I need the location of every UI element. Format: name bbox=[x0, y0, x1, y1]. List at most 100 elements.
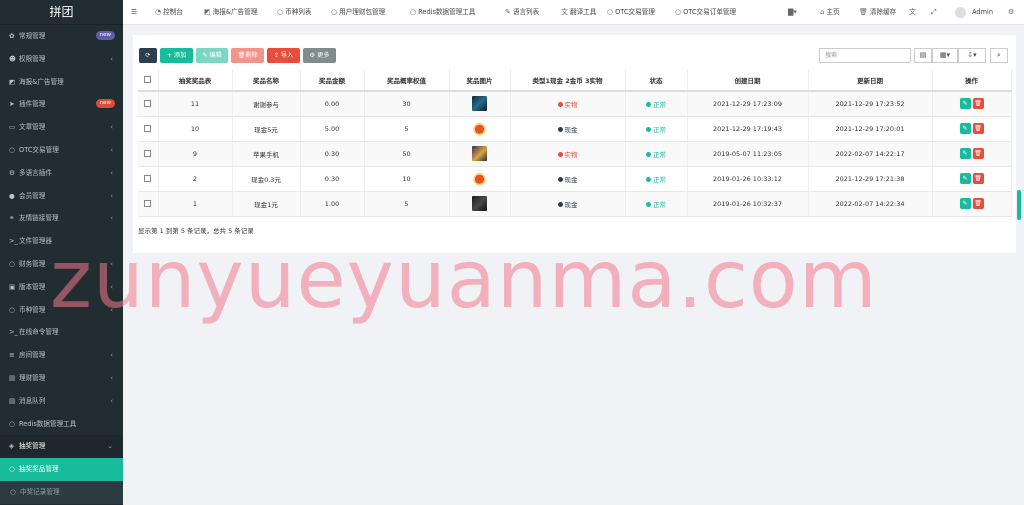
sidebar-item[interactable]: ○ 财务管理 ‹ bbox=[0, 253, 123, 276]
home-link[interactable]: ⌂ 主页 bbox=[820, 0, 840, 25]
sidebar-item[interactable]: ▣ 版本管理 ‹ bbox=[0, 276, 123, 299]
clear-cache-button[interactable]: 🗑 清除缓存 bbox=[859, 0, 896, 25]
type-dot bbox=[557, 102, 563, 108]
scrollbar-thumb[interactable] bbox=[1017, 190, 1021, 220]
circle-icon: ○ bbox=[9, 145, 15, 154]
row-edit-button[interactable]: ✎ bbox=[959, 98, 971, 110]
column-header[interactable]: 奖品概率权值 bbox=[364, 69, 450, 92]
delete-button[interactable]: 🗑删除 bbox=[231, 48, 264, 63]
color-picker-button[interactable]: ▇▾ bbox=[788, 0, 799, 25]
top-tab[interactable]: ○ OTC交易订单管理 bbox=[675, 0, 736, 25]
sidebar-item-label: 会员管理 bbox=[19, 191, 46, 200]
cell-weight: 30 bbox=[364, 91, 450, 117]
row-checkbox[interactable] bbox=[138, 191, 159, 217]
column-header[interactable]: 奖品图片 bbox=[449, 69, 511, 92]
row-delete-button[interactable]: 🗑 bbox=[972, 148, 984, 159]
top-tab[interactable]: ○ OTC交易管理 bbox=[607, 0, 655, 25]
top-tab[interactable]: 文翻译工具 bbox=[561, 0, 596, 25]
sidebar-item[interactable]: >_在线命令管理 bbox=[0, 321, 123, 344]
row-checkbox[interactable] bbox=[138, 91, 159, 117]
row-delete-button[interactable]: 🗑 bbox=[972, 98, 984, 110]
column-header[interactable]: 状态 bbox=[625, 69, 688, 92]
sidebar-item[interactable]: ✿ 常规管理 new bbox=[0, 25, 123, 48]
toggle-view-button[interactable]: ▤ bbox=[914, 48, 932, 63]
column-header[interactable]: 奖品金额 bbox=[300, 69, 365, 92]
sidebar-item[interactable]: ○ 币种管理 ‹ bbox=[0, 299, 123, 322]
refresh-button[interactable]: ⟳ bbox=[139, 48, 157, 63]
column-header[interactable]: 奖品名称 bbox=[232, 69, 301, 92]
sidebar-item[interactable]: ◈ 抽奖管理 ⌄ bbox=[0, 435, 123, 459]
sidebar-item[interactable]: ● 会员管理 ‹ bbox=[0, 185, 123, 208]
chevron-icon: ‹ bbox=[110, 214, 113, 223]
cell-image[interactable] bbox=[449, 116, 511, 142]
top-tab[interactable]: ✎ 语言列表 bbox=[505, 0, 539, 25]
edit-button[interactable]: ✎ 编辑 bbox=[196, 48, 228, 63]
cell-updated: 2022-02-07 14:22:17 bbox=[808, 141, 933, 167]
more-label: 更多 bbox=[317, 52, 330, 59]
row-delete-button[interactable]: 🗑 bbox=[972, 173, 984, 184]
menu-toggle-icon[interactable]: ☰ bbox=[131, 0, 137, 25]
user-menu[interactable]: Admin bbox=[955, 0, 993, 25]
row-checkbox[interactable] bbox=[138, 141, 159, 167]
settings-gear-icon[interactable]: ⚙ bbox=[1008, 0, 1016, 25]
sidebar-item[interactable]: ○ OTC交易管理 ‹ bbox=[0, 139, 123, 162]
sidebar-item[interactable]: ▭ 文章管理 ‹ bbox=[0, 116, 123, 139]
export-dropdown[interactable]: ⇩▾ bbox=[958, 48, 986, 63]
cell-image[interactable] bbox=[449, 191, 511, 217]
select-all-checkbox[interactable] bbox=[138, 69, 159, 92]
type-label: 实物 bbox=[564, 100, 578, 109]
row-edit-button[interactable]: ✎ bbox=[959, 123, 971, 134]
search-button[interactable]: ⌕ bbox=[990, 48, 1008, 63]
sidebar-item[interactable]: ▤ 理财管理 ‹ bbox=[0, 367, 123, 390]
row-edit-button[interactable]: ✎ bbox=[959, 148, 971, 159]
column-header[interactable]: 创建日期 bbox=[687, 69, 809, 92]
sidebar-item[interactable]: >_文件管理器 bbox=[0, 230, 123, 253]
sidebar-item[interactable]: ⚭ 友情链接管理 ‹ bbox=[0, 207, 123, 230]
top-tab[interactable]: ○ Redis数据管理工具 bbox=[410, 0, 475, 25]
sidebar-item-label: 币种管理 bbox=[19, 305, 46, 314]
row-delete-button[interactable]: 🗑 bbox=[972, 123, 984, 134]
row-edit-button[interactable]: ✎ bbox=[959, 198, 971, 209]
cell-amount: 5.00 bbox=[300, 116, 365, 142]
sidebar-item[interactable]: ≡ 房间管理 ‹ bbox=[0, 344, 123, 367]
edit-label: 编辑 bbox=[209, 52, 222, 59]
circle-icon: ○ bbox=[9, 419, 15, 428]
sidebar-item[interactable]: ☻ 权限管理 ‹ bbox=[0, 48, 123, 71]
sidebar-item[interactable]: ○ 抽奖奖品管理 bbox=[0, 458, 123, 481]
sidebar-item[interactable]: ➤ 插件管理 new bbox=[0, 93, 123, 116]
more-button[interactable]: ⚙ 更多 bbox=[303, 48, 336, 63]
column-header[interactable]: 类型1现金 2金币 3实物 bbox=[510, 69, 626, 92]
cell-image[interactable] bbox=[449, 91, 511, 117]
column-header[interactable]: 操作 bbox=[932, 69, 1012, 92]
type-dot bbox=[557, 127, 563, 132]
top-tab[interactable]: ○ 用户理财包管理 bbox=[331, 0, 385, 25]
columns-dropdown[interactable]: ▦▾ bbox=[932, 48, 958, 63]
sidebar-item[interactable]: ◩ 海报&广告管理 bbox=[0, 71, 123, 94]
top-tab[interactable]: ◩ 海报&广告管理 bbox=[204, 0, 257, 25]
search-input[interactable]: 搜索 bbox=[819, 48, 911, 63]
status-label: 正常 bbox=[653, 100, 666, 109]
column-header[interactable]: 更新日期 bbox=[808, 69, 933, 92]
top-tab[interactable]: ○ 币种列表 bbox=[277, 0, 311, 25]
sidebar-item[interactable]: ▤ 消息队列 ‹ bbox=[0, 390, 123, 413]
row-edit-button[interactable]: ✎ bbox=[959, 173, 971, 184]
add-button[interactable]: + 添加 bbox=[160, 48, 193, 63]
cell-name: 苹果手机 bbox=[232, 141, 301, 167]
sidebar-item[interactable]: ○ 中奖记录管理 bbox=[0, 480, 123, 504]
translate-icon[interactable]: 文 bbox=[909, 0, 918, 25]
row-checkbox[interactable] bbox=[138, 166, 159, 192]
cell-image[interactable] bbox=[449, 166, 511, 192]
row-checkbox[interactable] bbox=[138, 116, 159, 142]
sidebar-item[interactable]: ○ Redis数据管理工具 bbox=[0, 413, 123, 436]
column-header[interactable]: 抽奖奖品表 bbox=[158, 69, 233, 92]
import-button[interactable]: ⇪ 导入 bbox=[267, 48, 300, 63]
app-logo[interactable]: 拼团 bbox=[0, 0, 123, 25]
cell-image[interactable] bbox=[449, 141, 511, 167]
sidebar-item[interactable]: ⚙ 多语言插件 ‹ bbox=[0, 162, 123, 185]
cell-id: 10 bbox=[158, 116, 233, 142]
rocket-icon: ➤ bbox=[9, 100, 15, 109]
chevron-icon: ‹ bbox=[110, 123, 113, 132]
fullscreen-icon[interactable]: ⤢ bbox=[931, 0, 939, 25]
top-tab[interactable]: ◔ 控制台 bbox=[155, 0, 183, 25]
row-delete-button[interactable]: 🗑 bbox=[972, 198, 984, 209]
